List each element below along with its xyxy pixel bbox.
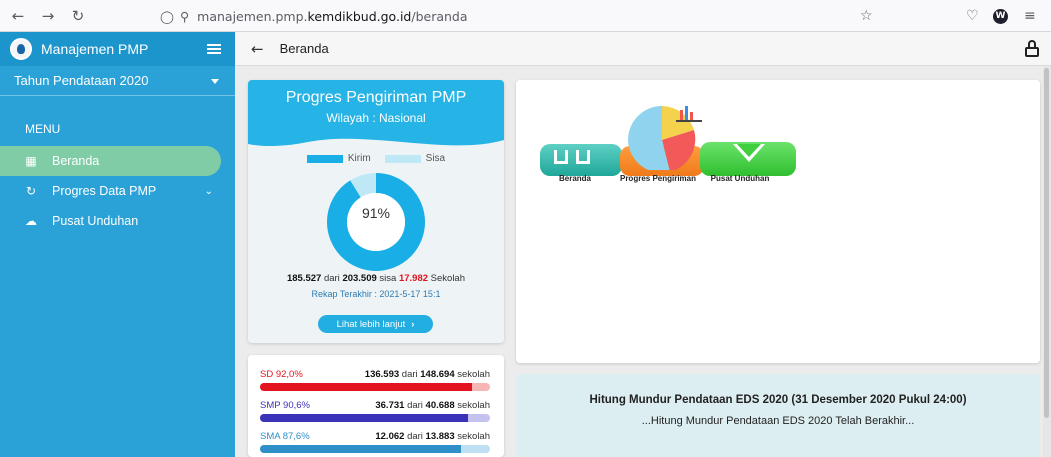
- level-name: SD 92,0%: [260, 369, 303, 380]
- total-count: 203.509: [342, 273, 377, 284]
- legend-label-rest: Sisa: [425, 153, 446, 164]
- level-total: 40.688: [425, 400, 455, 411]
- level-breakdown-card: SD 92,0% 136.593 dari 148.694 sekolah SM…: [248, 355, 504, 457]
- cloud-download-icon: ☁: [25, 214, 37, 228]
- back-arrow-icon[interactable]: ←: [6, 7, 30, 25]
- level-unit: sekolah: [457, 431, 490, 442]
- sidebar-item-progres-data[interactable]: ↻ Progres Data PMP ⌄: [0, 176, 235, 206]
- level-progress-bar: [260, 445, 490, 453]
- download-tile-icon: [700, 142, 796, 176]
- level-row-sma: SMA 87,6% 12.062 dari 13.883 sekolah: [260, 431, 490, 453]
- home-tile-icon: [540, 144, 622, 176]
- reload-icon[interactable]: ↻: [66, 7, 90, 25]
- address-bar[interactable]: ◯ ⚲ manajemen.pmp. kemdikbud.go.id/berand…: [160, 4, 890, 28]
- url-prefix: manajemen.pmp.: [197, 8, 308, 24]
- legend-label-sent: Kirim: [347, 153, 371, 164]
- sidebar-item-label: Beranda: [52, 154, 100, 168]
- account-avatar[interactable]: W: [993, 0, 1008, 32]
- progress-card-title: Progres Pengiriman PMP: [285, 89, 467, 106]
- shortcuts-panel: Beranda Progres Pengiriman Pusat Unduhan: [516, 80, 1040, 363]
- sidebar-header: Manajemen PMP: [0, 32, 235, 66]
- lock-icon[interactable]: [1025, 40, 1039, 58]
- level-total: 148.694: [420, 369, 455, 380]
- donut-legend: Kirim Sisa: [248, 153, 504, 164]
- legend-swatch-rest: [384, 154, 421, 163]
- donut-percent: 91%: [361, 205, 391, 221]
- level-row-sd: SD 92,0% 136.593 dari 148.694 sekolah: [260, 369, 490, 391]
- level-progress-fill: [260, 445, 462, 453]
- bookmark-star-icon[interactable]: ☆: [860, 0, 873, 32]
- level-sent: 12.062: [375, 431, 405, 442]
- legend-swatch-sent: [306, 154, 343, 163]
- permissions-icon[interactable]: ⚲: [180, 9, 189, 24]
- level-word-of: dari: [407, 400, 423, 411]
- level-sent: 36.731: [375, 400, 405, 411]
- pocket-icon[interactable]: ♡: [966, 0, 979, 32]
- countdown-message: ...Hitung Mundur Pendataan EDS 2020 Tela…: [641, 415, 915, 427]
- tut-wuri-logo-icon: [10, 38, 32, 60]
- level-total: 13.883: [425, 431, 455, 442]
- word-rest: sisa: [379, 273, 397, 284]
- forward-arrow-icon[interactable]: →: [36, 7, 60, 25]
- level-unit: sekolah: [457, 369, 490, 380]
- see-more-button[interactable]: Lihat lebih lanjut ›: [318, 315, 433, 333]
- level-name: SMP 90,6%: [260, 400, 310, 411]
- browser-toolbar: ← → ↻ ◯ ⚲ manajemen.pmp. kemdikbud.go.id /…: [0, 0, 1051, 32]
- level-sent: 136.593: [364, 369, 400, 380]
- progress-summary: 185.527 dari 203.509 sisa 17.982 Sekolah: [248, 273, 504, 284]
- countdown-panel: Hitung Mundur Pendataan EDS 2020 (31 Des…: [516, 374, 1040, 457]
- sidebar: Manajemen PMP Tahun Pendataan 2020 MENU …: [0, 32, 235, 457]
- caret-down-icon: [211, 79, 219, 84]
- sidebar-item-label: Pusat Unduhan: [52, 214, 139, 228]
- level-progress-bar: [260, 414, 490, 422]
- sidebar-item-pusat-unduhan[interactable]: ☁ Pusat Unduhan: [0, 206, 235, 236]
- menu-heading: MENU: [25, 122, 61, 136]
- sync-icon: ↻: [25, 184, 37, 198]
- pie-chart-icon: [628, 106, 702, 170]
- app-title: Manajemen PMP: [41, 41, 149, 57]
- year-select-value: Tahun Pendataan 2020: [14, 73, 149, 88]
- level-name: SMA 87,6%: [260, 431, 310, 442]
- back-arrow-icon[interactable]: ←: [251, 40, 264, 58]
- unit-label: Sekolah: [430, 273, 466, 284]
- level-row-smp: SMP 90,6% 36.731 dari 40.688 sekolah: [260, 400, 490, 422]
- shortcut-label: Pusat Unduhan: [710, 174, 770, 183]
- countdown-title: Hitung Mundur Pendataan EDS 2020 (31 Des…: [589, 394, 967, 406]
- scrollbar[interactable]: [1043, 66, 1051, 457]
- scrollbar-thumb[interactable]: [1044, 68, 1049, 418]
- shortcut-label: Progres Pengiriman: [619, 174, 697, 183]
- chevron-right-icon: ›: [411, 318, 415, 330]
- last-updated: Rekap Terakhir : 2021-5-17 15:1: [311, 289, 441, 299]
- level-progress-fill: [260, 414, 469, 422]
- level-word-of: dari: [407, 431, 423, 442]
- sent-count: 185.527: [286, 273, 322, 284]
- page-header: ← Beranda: [235, 32, 1051, 66]
- url-host: kemdikbud.go.id: [307, 8, 412, 24]
- dashboard-icon: ▦: [25, 154, 37, 168]
- progress-card-subtitle: Wilayah : Nasional: [326, 111, 426, 125]
- shortcut-label: Beranda: [558, 174, 591, 183]
- shield-icon[interactable]: ◯: [160, 9, 174, 24]
- level-progress-fill: [260, 383, 472, 391]
- word-of: dari: [323, 273, 340, 284]
- sidebar-item-beranda[interactable]: ▦ Beranda: [0, 146, 221, 176]
- progress-card: Progres Pengiriman PMP Wilayah : Nasiona…: [248, 80, 504, 343]
- sidebar-item-label: Progres Data PMP: [52, 184, 157, 198]
- app-menu-icon[interactable]: ≡: [1024, 0, 1036, 32]
- year-select[interactable]: Tahun Pendataan 2020: [0, 66, 235, 96]
- url-path: /beranda: [411, 8, 468, 24]
- level-unit: sekolah: [457, 400, 490, 411]
- progress-donut: [327, 173, 425, 271]
- level-word-of: dari: [401, 369, 418, 380]
- rest-count: 17.982: [398, 273, 429, 284]
- hamburger-menu-icon[interactable]: [207, 44, 221, 54]
- level-progress-bar: [260, 383, 490, 391]
- chevron-down-icon: ⌄: [204, 185, 213, 197]
- page-title: Beranda: [279, 41, 329, 56]
- see-more-label: Lihat lebih lanjut: [336, 318, 406, 330]
